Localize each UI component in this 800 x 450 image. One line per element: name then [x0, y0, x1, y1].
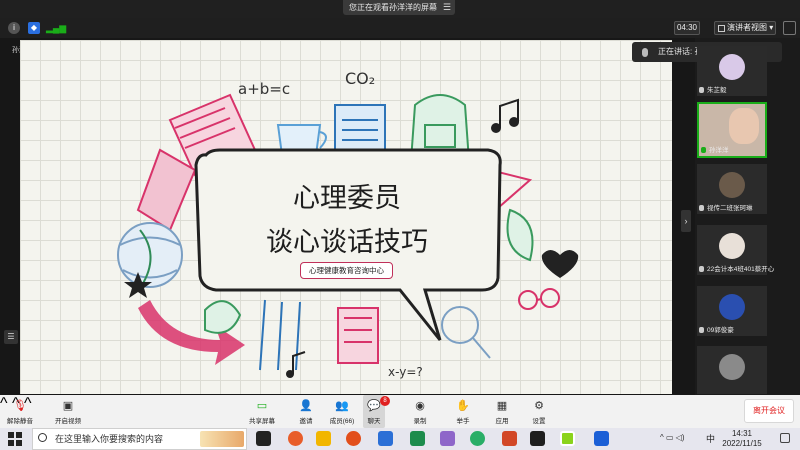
participant-name: 孙洋洋 [709, 147, 729, 154]
apps-icon: ▦ [496, 400, 508, 412]
tencent-meeting-icon[interactable] [594, 431, 609, 446]
apps-button[interactable]: ▦ 应用 [490, 395, 514, 428]
excel-icon[interactable] [410, 431, 425, 446]
raise-hand-button[interactable]: ✋ 举手 [451, 395, 475, 428]
participant-tile[interactable]: 视传二班张珂琳 [697, 164, 767, 214]
members-label: 成员(66) [329, 418, 355, 425]
view-mode-label: 演讲者视图 [727, 23, 767, 32]
participant-tile[interactable]: 22会计本4班401蔡开心 [697, 225, 774, 275]
search-placeholder: 在这里输入你要搜索的内容 [55, 434, 164, 444]
chat-icon: 💬 [367, 400, 381, 412]
signal-icon[interactable]: ▂▄▆ [46, 22, 66, 34]
clock-date: 2022/11/15 [722, 439, 762, 448]
settings-button[interactable]: ⚙ 设置 [527, 395, 551, 428]
active-app-icon[interactable] [560, 431, 575, 446]
mic-off-icon: 🎙 [13, 400, 27, 412]
mic-icon [642, 48, 648, 57]
slide-title-line1: 心理委员 [293, 183, 401, 213]
list-icon[interactable]: ☰ [4, 330, 18, 344]
avatar [719, 233, 745, 259]
members-icon: 👥 [335, 400, 349, 412]
participant-name: 朱芷毅 [707, 87, 727, 94]
view-mode-button[interactable]: 演讲者视图 ▾ [714, 21, 776, 35]
participant-tile[interactable]: 09郭俊豪 [697, 286, 767, 336]
unmute-button[interactable]: 🎙 解除静音 [4, 395, 36, 428]
add-user-icon: 👤 [299, 400, 313, 412]
avatar [729, 108, 759, 144]
invite-label: 邀请 [299, 418, 313, 425]
meeting-timer: 04:30 [674, 21, 700, 35]
start-video-button[interactable]: ▣ 开启视频 [50, 395, 86, 428]
mic-icon [699, 327, 704, 334]
clock-time: 14:31 [731, 429, 753, 438]
svg-text:CO₂: CO₂ [345, 69, 375, 88]
chat-button[interactable]: 💬 聊天 8 [363, 395, 390, 428]
record-label: 录制 [413, 418, 427, 425]
participant-tile-active[interactable]: 孙洋洋 [697, 102, 767, 158]
app-icon[interactable] [530, 431, 545, 446]
avatar [719, 294, 745, 320]
firefox-icon[interactable] [346, 431, 361, 446]
mic-icon [699, 266, 704, 273]
record-button[interactable]: ◉ 录制 [408, 395, 432, 428]
participant-name: 视传二班张珂琳 [707, 205, 753, 212]
word-icon[interactable] [378, 431, 393, 446]
video-off-icon: ▣ [62, 400, 74, 412]
members-button[interactable]: 👥 成员(66) [326, 395, 358, 428]
meeting-toolbar: 🎙 解除静音 ^ ▣ 开启视频 ^ ▭ 共享屏幕 ^ 👤 邀请 👥 成员(66)… [0, 395, 800, 428]
avatar [719, 354, 745, 380]
windows-start-icon[interactable] [8, 432, 22, 446]
settings-label: 设置 [532, 418, 546, 425]
invite-button[interactable]: 👤 邀请 [292, 395, 320, 428]
raise-hand-label: 举手 [456, 418, 470, 425]
grid-icon [718, 25, 725, 32]
search-icon [38, 433, 47, 442]
chat-label: 聊天 [367, 418, 381, 425]
task-view-icon[interactable] [256, 431, 271, 446]
avatar [719, 54, 745, 80]
notification-icon[interactable] [780, 433, 790, 443]
fullscreen-button[interactable] [783, 21, 796, 35]
menu-icon[interactable]: ☰ [443, 0, 451, 15]
mic-icon [699, 205, 704, 212]
share-screen-button[interactable]: ▭ 共享屏幕 [244, 395, 280, 428]
avatar [719, 172, 745, 198]
apps-label: 应用 [495, 418, 509, 425]
participant-name: 09郭俊豪 [707, 327, 734, 334]
hand-icon: ✋ [456, 400, 470, 412]
chat-badge: 8 [380, 396, 390, 406]
participant-tile[interactable]: 朱芷毅 [697, 46, 767, 96]
svg-text:x-y=?: x-y=? [388, 365, 423, 379]
presentation-slide: a+b=c CO₂ x-y=? [20, 40, 672, 394]
svg-text:a+b=c: a+b=c [238, 80, 290, 98]
participant-tile[interactable] [697, 346, 767, 394]
system-tray-icons[interactable]: ^ ▭ ◁) [660, 433, 685, 442]
wechat-icon[interactable] [470, 431, 485, 446]
leave-meeting-button[interactable]: 离开会议 [744, 399, 794, 423]
system-clock[interactable]: 14:31 2022/11/15 [712, 428, 772, 449]
gear-icon: ⚙ [534, 400, 544, 412]
start-video-label: 开启视频 [55, 418, 81, 425]
share-screen-icon: ▭ [256, 400, 268, 412]
participant-name: 22会计本4班401蔡开心 [707, 266, 775, 273]
unmute-label: 解除静音 [7, 418, 33, 425]
info-icon[interactable]: i [8, 22, 20, 34]
doodle-illustration: a+b=c CO₂ x-y=? [117, 69, 579, 379]
share-banner-text: 您正在观看孙洋洋的屏幕 [349, 3, 437, 12]
mic-icon [701, 147, 706, 154]
browser-icon[interactable] [288, 431, 303, 446]
powerpoint-icon[interactable] [502, 431, 517, 446]
app-icon[interactable] [440, 431, 455, 446]
taskbar-search-input[interactable]: 在这里输入你要搜索的内容 [32, 428, 247, 450]
share-screen-label: 共享屏幕 [249, 418, 275, 425]
mic-icon [699, 87, 704, 94]
share-banner[interactable]: 您正在观看孙洋洋的屏幕 ☰ [343, 0, 455, 15]
shield-icon[interactable]: ◆ [28, 22, 40, 34]
search-banner-image [200, 431, 244, 447]
file-explorer-icon[interactable] [316, 431, 331, 446]
record-icon: ◉ [415, 400, 425, 412]
slide-title-line2: 谈心谈话技巧 [266, 227, 428, 257]
collapse-sidebar-button[interactable]: › [681, 210, 691, 232]
slide-subtitle: 心理健康教育咨询中心 [300, 262, 393, 279]
